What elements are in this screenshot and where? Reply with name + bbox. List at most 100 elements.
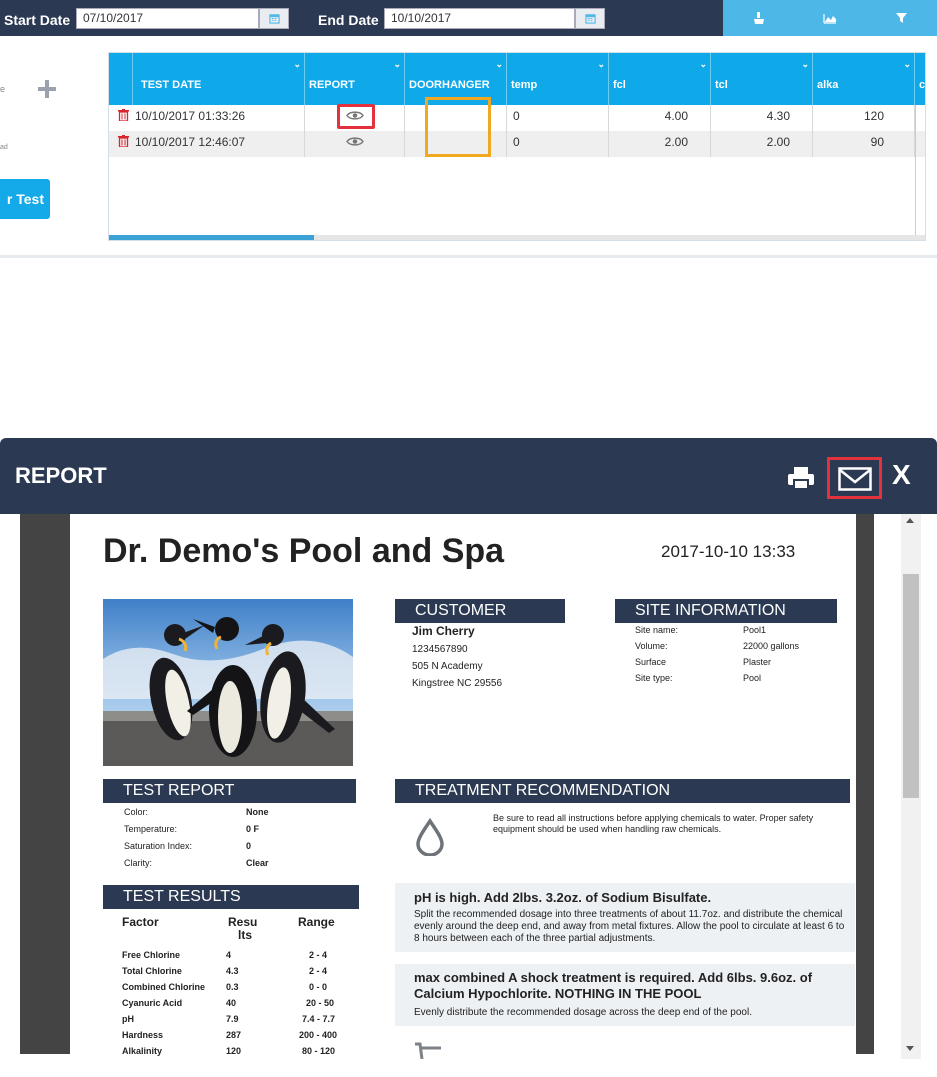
result-value: 4.3 bbox=[226, 966, 239, 976]
scroll-down-icon[interactable] bbox=[906, 1046, 914, 1051]
chevron-down-icon: ⌄ bbox=[495, 59, 503, 69]
test-report-heading: TEST REPORT bbox=[103, 779, 356, 803]
report-preview: Dr. Demo's Pool and Spa 2017-10-10 13:33 bbox=[0, 514, 937, 1077]
column-header-actions bbox=[109, 53, 133, 105]
column-header-temp[interactable]: temp ⌄ bbox=[507, 53, 609, 105]
result-value: 4 bbox=[226, 950, 232, 960]
trash-icon[interactable] bbox=[118, 109, 129, 121]
email-highlight bbox=[827, 457, 882, 499]
recommendation-title: max combined A shock treatment is requir… bbox=[414, 970, 813, 985]
vertical-scroll-thumb[interactable] bbox=[903, 574, 919, 798]
table-divider bbox=[915, 105, 916, 237]
add-icon[interactable] bbox=[38, 80, 56, 98]
cart-icon bbox=[415, 1042, 441, 1059]
left-panel: e ad bbox=[0, 36, 100, 258]
report-modal: REPORT X Dr. Demo's Pool and Spa 2017-10… bbox=[0, 438, 937, 1077]
treatment-intro: Be sure to read all instructions before … bbox=[493, 813, 814, 834]
horizontal-scroll-thumb[interactable] bbox=[109, 235, 314, 240]
calendar-icon bbox=[268, 14, 280, 24]
table-row[interactable]: 10/10/2017 12:46:07 0 2.00 2.00 90 bbox=[109, 131, 925, 157]
recommendation-title: pH is high. Add 2lbs. 3.2oz. of Sodium B… bbox=[414, 890, 712, 905]
eye-icon[interactable] bbox=[346, 136, 364, 147]
customer-street: 505 N Academy bbox=[412, 661, 483, 672]
results-col-results-wrap: lts bbox=[238, 928, 253, 942]
column-header-fcl[interactable]: fcl ⌄ bbox=[609, 53, 711, 105]
result-value: 120 bbox=[226, 1046, 242, 1056]
column-header-more[interactable]: c bbox=[915, 53, 925, 105]
left-snippet-1: e bbox=[0, 84, 6, 94]
chevron-down-icon: ⌄ bbox=[597, 59, 605, 69]
result-range: 80 - 120 bbox=[302, 1046, 336, 1056]
chevron-down-icon: ⌄ bbox=[393, 59, 401, 69]
filter-button[interactable] bbox=[866, 0, 937, 36]
table-row[interactable]: 10/10/2017 01:33:26 0 4.00 4.30 120 bbox=[109, 105, 925, 131]
cell-alka: 120 bbox=[813, 105, 915, 131]
result-value: 40 bbox=[226, 998, 237, 1008]
customer-name: Jim Cherry bbox=[412, 624, 475, 638]
site-label: Volume: bbox=[635, 641, 668, 651]
result-range: 7.4 - 7.7 bbox=[302, 1014, 336, 1024]
result-value: 287 bbox=[226, 1030, 242, 1040]
site-label: Site type: bbox=[635, 673, 673, 683]
site-info-heading: SITE INFORMATION bbox=[615, 599, 837, 623]
broom-icon bbox=[753, 12, 764, 24]
left-snippet-2: ad bbox=[0, 144, 8, 151]
end-calendar-button[interactable] bbox=[575, 8, 605, 29]
report-page: Dr. Demo's Pool and Spa 2017-10-10 13:33 bbox=[70, 514, 856, 1059]
chevron-down-icon: ⌄ bbox=[801, 59, 809, 69]
results-col-range: Range bbox=[298, 915, 335, 929]
result-range: 20 - 50 bbox=[306, 998, 335, 1008]
test-report-label: Temperature: bbox=[124, 824, 178, 834]
result-factor: Alkalinity bbox=[122, 1046, 163, 1056]
trash-icon[interactable] bbox=[118, 135, 129, 147]
business-name: Dr. Demo's Pool and Spa bbox=[103, 532, 505, 570]
result-value: 7.9 bbox=[226, 1014, 239, 1024]
recommendation-body: Split the recommended dosage into three … bbox=[414, 909, 845, 944]
panel-divider bbox=[0, 255, 937, 258]
print-button[interactable] bbox=[786, 464, 816, 492]
penguins-photo bbox=[103, 599, 353, 766]
site-label: Surface bbox=[635, 657, 667, 667]
viewer-margin-right bbox=[856, 514, 874, 1054]
site-value: 22000 gallons bbox=[743, 641, 800, 651]
toolbar bbox=[723, 0, 937, 36]
calendar-icon bbox=[584, 14, 596, 24]
test-report-label: Saturation Index: bbox=[124, 841, 193, 851]
chevron-down-icon: ⌄ bbox=[699, 59, 707, 69]
area-chart-icon bbox=[823, 14, 836, 24]
result-range: 2 - 4 bbox=[309, 966, 328, 976]
result-factor: pH bbox=[122, 1014, 134, 1024]
column-header-tcl[interactable]: tcl ⌄ bbox=[711, 53, 813, 105]
treatment-heading: TREATMENT RECOMMENDATION bbox=[395, 779, 850, 803]
doorhanger-highlight bbox=[425, 97, 491, 157]
cell-tcl: 2.00 bbox=[711, 131, 813, 157]
result-value: 0.3 bbox=[226, 982, 239, 992]
column-header-report[interactable]: REPORT ⌄ bbox=[305, 53, 405, 105]
site-label: Site name: bbox=[635, 625, 679, 635]
clear-button[interactable] bbox=[723, 0, 794, 36]
test-report-label: Clarity: bbox=[124, 858, 153, 868]
column-header-alka[interactable]: alka ⌄ bbox=[813, 53, 915, 105]
cell-temp: 0 bbox=[507, 131, 609, 157]
new-test-button[interactable]: r Test bbox=[0, 179, 50, 219]
end-date-input[interactable]: 10/10/2017 bbox=[384, 8, 575, 29]
close-button[interactable]: X bbox=[892, 459, 911, 491]
scroll-up-icon[interactable] bbox=[906, 518, 914, 523]
result-factor: Total Chlorine bbox=[122, 966, 182, 976]
report-highlight bbox=[337, 104, 375, 129]
cell-test-date: 10/10/2017 01:33:26 bbox=[133, 105, 305, 131]
cell-fcl: 2.00 bbox=[609, 131, 711, 157]
test-report-label: Color: bbox=[124, 807, 149, 817]
report-datetime: 2017-10-10 13:33 bbox=[661, 542, 796, 561]
table-header: TEST DATE ⌄ REPORT ⌄ DOORHANGER ⌄ temp ⌄ fcl… bbox=[109, 53, 925, 105]
chart-button[interactable] bbox=[794, 0, 865, 36]
recommendation-body: Evenly distribute the recommended dosage… bbox=[414, 1007, 752, 1018]
chevron-down-icon: ⌄ bbox=[903, 59, 911, 69]
start-date-input[interactable]: 07/10/2017 bbox=[76, 8, 259, 29]
result-range: 2 - 4 bbox=[309, 950, 328, 960]
result-factor: Cyanuric Acid bbox=[122, 998, 183, 1008]
start-calendar-button[interactable] bbox=[259, 8, 289, 29]
column-header-test-date[interactable]: TEST DATE ⌄ bbox=[133, 53, 305, 105]
cell-tcl: 4.30 bbox=[711, 105, 813, 131]
filter-icon bbox=[895, 13, 907, 23]
